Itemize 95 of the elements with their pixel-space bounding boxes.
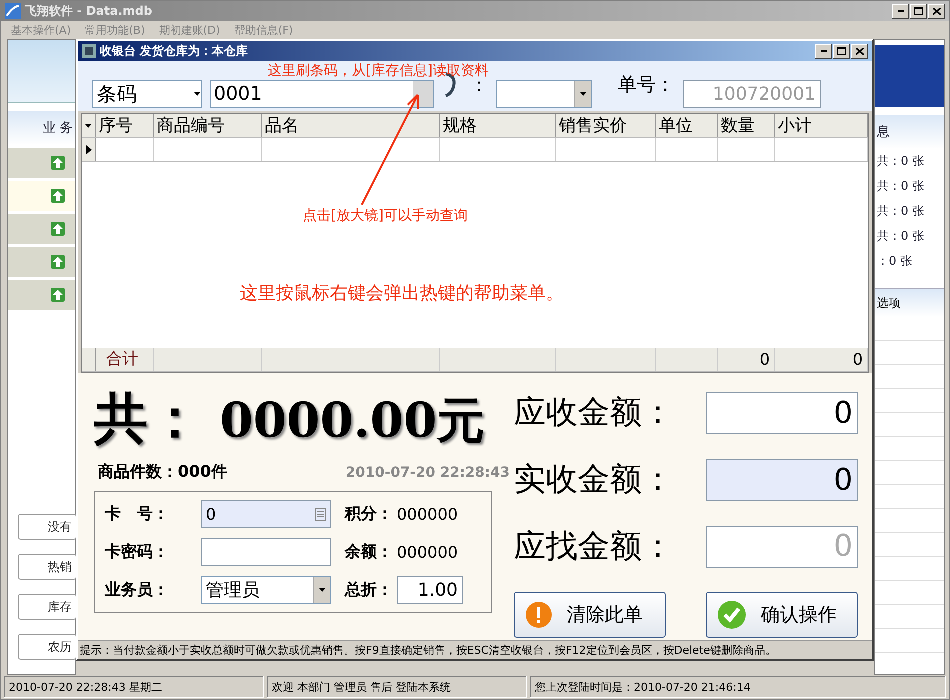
clerk-label: 业务员： (105, 580, 170, 600)
maximize-button[interactable] (833, 44, 850, 58)
info-line: 共：0 张 (876, 203, 926, 220)
nav-row[interactable] (8, 148, 75, 178)
column-header[interactable]: 数量 (718, 114, 775, 137)
amount-label: 应收金额： (514, 392, 675, 434)
up-arrow-icon (51, 288, 65, 302)
card-label: 卡 号： (105, 504, 170, 524)
points-value: 000000 (397, 504, 458, 524)
info-line: 共：0 张 (876, 178, 926, 195)
clear-button[interactable]: 清除此单 (514, 592, 666, 638)
magnifier-button[interactable] (413, 81, 433, 107)
quantity-total: 0 (718, 348, 775, 371)
close-icon (856, 48, 864, 54)
nav-row[interactable] (8, 280, 75, 310)
discount-field[interactable]: 1.00 (397, 576, 463, 604)
nav-row[interactable] (8, 181, 75, 211)
clerk-select[interactable]: 管理员 (201, 576, 331, 604)
side-button[interactable]: 农历 (18, 634, 77, 660)
hint-bar: 提示：当付款金额小于实收总额时可做欠款或优惠销售。按F9直接确定销售，按ESC清空收银台，按F12定位到会员区，按Delete键删除商品。 (78, 640, 872, 659)
minimize-button[interactable] (892, 4, 909, 18)
column-header[interactable]: 销售实价 (556, 114, 656, 137)
info-line: 共：0 张 (876, 228, 926, 245)
info-line: 共：0 张 (876, 153, 926, 170)
window-title: 飞翔软件 - Data.mdb (25, 2, 154, 20)
dialog-logo-icon (82, 44, 96, 58)
up-arrow-icon (51, 222, 65, 236)
dialog-title: 收银台 发货仓库为：本仓库 (100, 42, 250, 60)
side-button[interactable]: 没有 (18, 514, 77, 540)
side-button[interactable]: 热销 (18, 554, 77, 580)
status-text: 您上次登陆时间是：2010-07-20 21:46:14 (530, 676, 946, 698)
app-logo-icon (5, 3, 21, 19)
check-icon (717, 600, 747, 630)
column-menu[interactable] (82, 114, 96, 137)
maximize-icon (914, 7, 923, 15)
caret-icon (580, 92, 586, 96)
caret-icon (318, 588, 326, 592)
amount-label: 实收金额： (514, 459, 675, 500)
nav-row[interactable] (8, 247, 75, 277)
info-line: ：0 张 (876, 253, 914, 270)
panel-header: 业 务 (8, 111, 75, 145)
minimize-icon (820, 50, 826, 52)
column-header[interactable]: 序号 (96, 114, 154, 137)
list-icon (315, 508, 326, 520)
dropdown-icon (85, 124, 92, 128)
password-label: 卡密码： (105, 542, 170, 562)
maximize-button[interactable] (910, 4, 927, 18)
status-text: 欢迎 本部门 管理员 售后 登陆本系统 (267, 676, 527, 698)
member-select[interactable] (496, 80, 592, 108)
maximize-icon (837, 47, 846, 55)
annotation-text: 这里按鼠标右键会弹出热键的帮助菜单。 (240, 282, 564, 305)
side-button[interactable]: 库存 (18, 594, 77, 620)
close-button[interactable] (928, 4, 945, 18)
order-number-field: 100720001 (683, 80, 821, 108)
search-type-select[interactable]: 条码 (92, 80, 202, 108)
banner-background (875, 45, 944, 107)
annotation-text: 这里刷条码，从[库存信息]读取资料 (268, 62, 489, 80)
panel-header: 息 (875, 115, 944, 149)
warning-icon (525, 600, 553, 629)
close-button[interactable] (851, 44, 868, 58)
amount-field[interactable]: 0 (706, 459, 858, 502)
amount-label: 应找金额： (514, 526, 675, 567)
balance-label: 余额： (345, 542, 393, 562)
total-amount: 0000.00元 (220, 392, 486, 451)
barcode-field[interactable]: 0001 (210, 80, 434, 108)
nav-row[interactable] (8, 214, 75, 244)
up-arrow-icon (51, 189, 65, 203)
column-header[interactable]: 商品编号 (154, 114, 262, 137)
up-arrow-icon (51, 255, 65, 269)
total-label: 共： (94, 385, 202, 452)
panel-header: 选项 (875, 288, 944, 317)
close-icon (932, 8, 940, 14)
date-time: 2010-07-20 22:28:43 (346, 464, 510, 480)
minimize-button[interactable] (815, 44, 832, 58)
subtotal-total: 0 (775, 348, 868, 371)
points-label: 积分： (345, 504, 393, 524)
confirm-button[interactable]: 确认操作 (706, 592, 858, 638)
column-header[interactable]: 规格 (440, 114, 556, 137)
status-text: 2010-07-20 22:28:43 星期二 (4, 676, 264, 698)
banner-background (8, 40, 75, 103)
column-header[interactable]: 单位 (656, 114, 718, 137)
discount-label: 总折： (345, 580, 393, 600)
card-number-field[interactable]: 0 (201, 500, 331, 528)
column-header[interactable]: 小计 (775, 114, 868, 137)
password-field[interactable] (201, 538, 331, 566)
annotation-text: 点击[放大镜]可以手动查询 (303, 207, 468, 225)
item-count: 商品件数：000件 (98, 462, 228, 483)
caret-icon (194, 92, 201, 96)
minimize-icon (898, 10, 904, 12)
balance-value: 000000 (397, 542, 458, 562)
amount-field[interactable]: 0 (706, 392, 858, 434)
up-arrow-icon (51, 156, 65, 170)
order-label: 单号： (618, 72, 675, 98)
total-label: 合计 (96, 348, 154, 371)
column-header[interactable]: 品名 (262, 114, 440, 137)
